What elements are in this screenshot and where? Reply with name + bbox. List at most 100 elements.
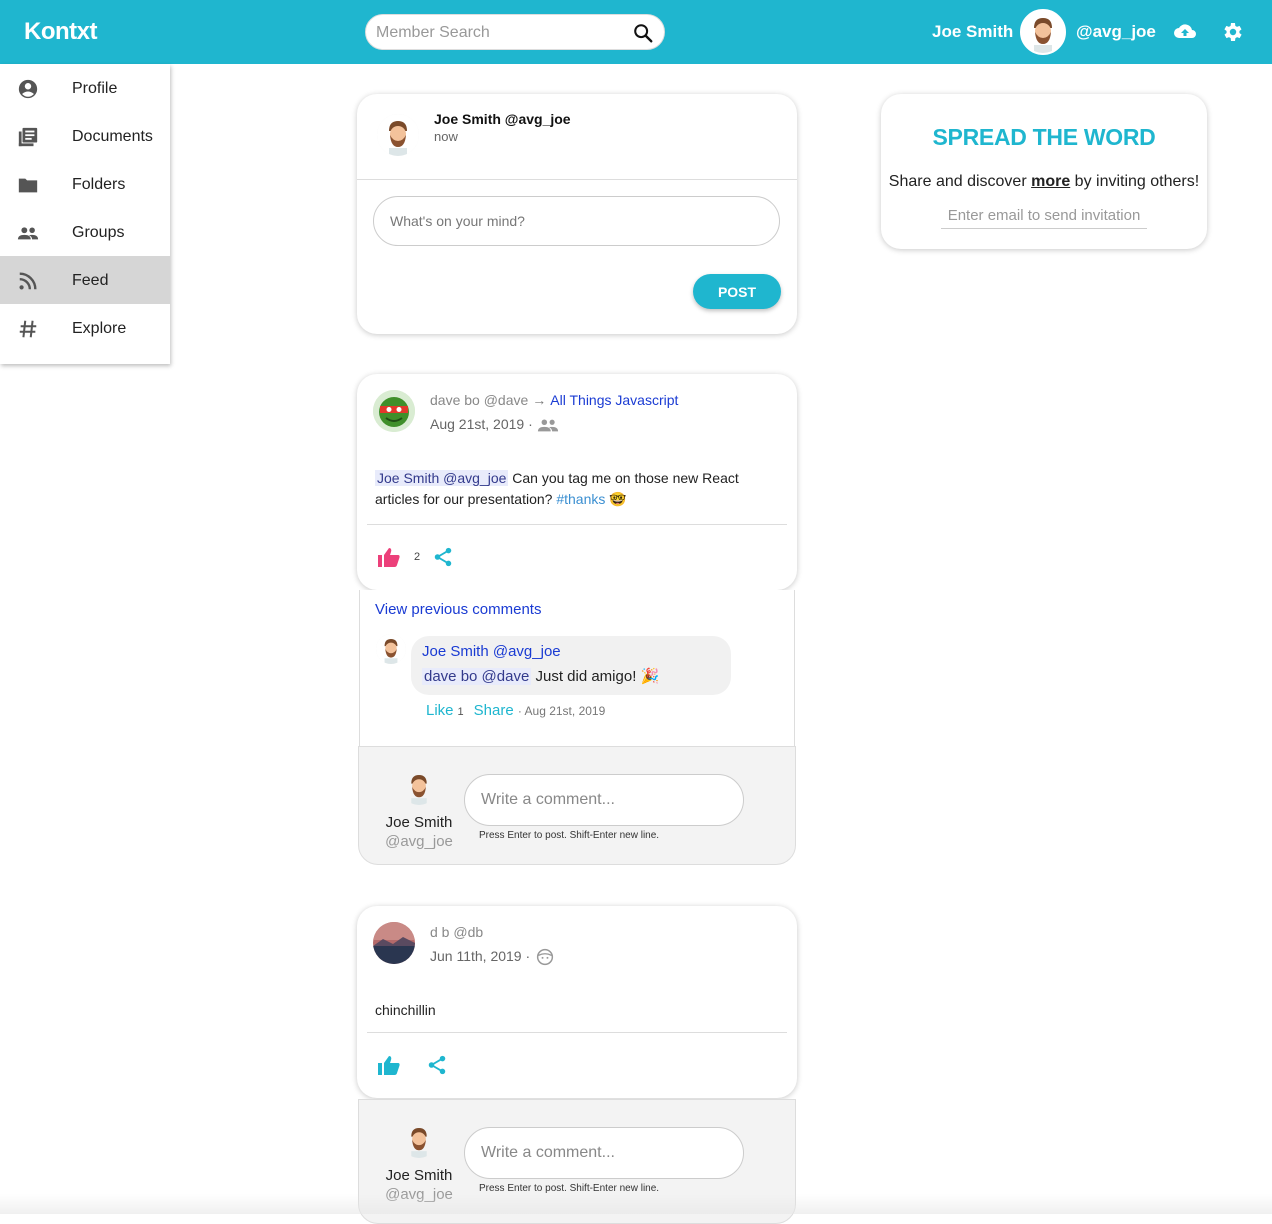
search-icon[interactable] [632,22,654,44]
post-date-text: Aug 21st, 2019 · [430,416,533,432]
comment-writer: Joe Smith @avg_joe Press Enter to post. … [358,746,796,865]
member-search [365,14,665,50]
folder-icon [18,178,38,193]
sidebar-item-documents[interactable]: Documents [0,112,170,160]
group-link[interactable]: All Things Javascript [550,392,678,408]
user-mention[interactable]: Joe Smith @avg_joe [375,470,509,486]
post-date: Aug 21st, 2019 · [430,416,559,434]
sidebar: Profile Documents Folders Groups Feed Ex… [0,64,170,364]
comment-like-count: 1 [457,706,464,718]
writer-avatar [401,769,437,805]
nerd-emoji: 🤓 [609,491,627,507]
comment-input[interactable] [464,1127,744,1179]
avatar-image [1022,11,1064,53]
divider [367,524,787,525]
like-count: 2 [414,551,421,563]
comments-section: View previous comments Joe Smith @avg_jo… [359,590,795,746]
invite-text-more: more [1031,173,1071,190]
comment-actions: Like 1 Share · Aug 21st, 2019 [426,702,605,719]
invite-title: SPREAD THE WORD [932,124,1156,150]
avatar-image [411,1128,427,1158]
comment-body: Just did amigo! 🎉 [531,668,660,685]
post-author-avatar[interactable] [373,922,415,964]
post-author-name[interactable]: d b @db [430,924,483,940]
sidebar-item-feed[interactable]: Feed [0,256,170,304]
comment-author[interactable]: Joe Smith @avg_joe [422,643,561,660]
avatar-image [377,114,419,156]
writer-name: Joe Smith [385,814,453,831]
current-user-name[interactable]: Joe Smith [932,22,1013,42]
top-bar: Kontxt Joe Smith @avg_joe [0,0,1272,64]
comment-date: · Aug 21st, 2019 [517,704,606,718]
post-author-avatar[interactable] [373,390,415,432]
post-body: chinchillin [375,1002,436,1018]
public-visibility-icon [537,949,554,966]
avatar-image [411,775,427,805]
current-user-avatar[interactable] [1020,9,1066,55]
post-author: d b @db [430,924,483,940]
avatar-image [373,922,415,964]
writer-handle: @avg_joe [385,833,453,850]
composer-author: Joe Smith @avg_joe [434,111,571,127]
feed-post: d b @db Jun 11th, 2019 · chinchillin [357,906,797,1098]
share-icon[interactable] [426,1054,448,1076]
user-mention[interactable]: dave bo @dave [422,668,532,685]
sidebar-item-label: Groups [72,224,125,241]
comment-bubble: Joe Smith @avg_joe dave bo @dave Just di… [411,636,731,695]
bottom-fade [0,1194,1272,1214]
composer-avatar [377,114,419,156]
rss-feed-icon [19,272,37,290]
post-composer: Joe Smith @avg_joe now POST [357,94,797,334]
sidebar-item-groups[interactable]: Groups [0,208,170,256]
invite-card: SPREAD THE WORD Share and discover more … [881,94,1207,249]
sidebar-item-label: Explore [72,320,127,337]
sidebar-item-folders[interactable]: Folders [0,160,170,208]
group-visibility-icon [537,419,558,432]
view-previous-comments-link[interactable]: View previous comments [375,601,541,618]
sidebar-item-label: Folders [72,176,126,193]
sidebar-item-label: Feed [72,272,109,289]
thumbs-up-icon[interactable] [377,1053,401,1077]
avatar-image [376,634,406,664]
invite-email-input[interactable] [941,203,1147,229]
composer-time: now [434,129,458,144]
divider [357,179,797,180]
writer-avatar [401,1122,437,1158]
documents-icon [18,127,38,147]
arrow-icon: → [532,392,547,408]
post-date: Jun 11th, 2019 · [430,948,556,966]
share-icon[interactable] [432,546,454,568]
avatar-image [373,390,415,432]
member-search-input[interactable] [376,22,626,44]
post-author: dave bo @dave → All Things Javascript [430,392,678,408]
sidebar-item-profile[interactable]: Profile [0,64,170,112]
divider [367,1032,787,1033]
settings-gear-icon[interactable] [1220,20,1244,44]
hashtag-link[interactable]: #thanks [556,491,605,507]
feed-post: dave bo @dave → All Things Javascript Aug … [357,374,797,590]
hashtag-icon [19,320,37,338]
post-author-name[interactable]: dave bo @dave [430,392,528,408]
comment-text: dave bo @dave Just did amigo! 🎉 [422,667,659,685]
comment-author-avatar[interactable] [376,634,406,664]
comment-like-button[interactable]: Like [426,702,454,719]
comment-input[interactable] [464,774,744,826]
sidebar-item-label: Profile [72,80,118,97]
invite-text-after: by inviting others! [1070,173,1200,190]
post-body: Joe Smith @avg_joe Can you tag me on tho… [375,468,775,510]
writer-name: Joe Smith [385,1167,453,1184]
current-user-handle[interactable]: @avg_joe [1076,22,1156,42]
post-button[interactable]: POST [693,274,781,309]
invite-text: Share and discover more by inviting othe… [881,173,1207,191]
app-logo[interactable]: Kontxt [24,18,97,46]
post-date-text: Jun 11th, 2019 · [430,948,531,964]
sidebar-item-label: Documents [72,128,153,145]
comment-share-button[interactable]: Share [474,702,514,719]
thumbs-up-icon[interactable] [377,545,401,569]
post-text-input[interactable] [373,196,780,246]
cloud-upload-icon[interactable] [1172,20,1198,44]
groups-icon [17,227,39,240]
account-circle-icon [18,79,38,99]
comment-hint: Press Enter to post. Shift-Enter new lin… [479,830,660,841]
sidebar-item-explore[interactable]: Explore [0,304,170,352]
